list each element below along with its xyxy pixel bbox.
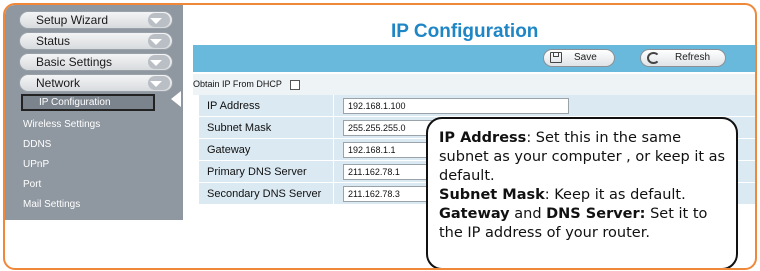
dhcp-row: Obtain IP From DHCP bbox=[193, 74, 755, 95]
sidebar-item-network[interactable]: Network bbox=[19, 74, 173, 92]
sidebar-subitem-port[interactable]: Port bbox=[23, 179, 41, 190]
sidebar-item-basic-settings[interactable]: Basic Settings bbox=[19, 53, 173, 71]
chevron-button bbox=[148, 34, 170, 48]
chevron-button bbox=[148, 13, 170, 27]
active-item-pointer bbox=[171, 91, 181, 107]
sidebar-subitem-ddns[interactable]: DDNS bbox=[23, 139, 51, 150]
form-row-ip-address: IP Address 192.168.1.100 bbox=[199, 95, 755, 117]
chevron-button bbox=[148, 76, 170, 90]
sidebar-subitem-upnp[interactable]: UPnP bbox=[23, 159, 49, 170]
refresh-label: Refresh bbox=[675, 52, 711, 63]
subnet-mask-input[interactable]: 255.255.255.0 bbox=[343, 120, 433, 136]
chevron-down-icon bbox=[150, 81, 162, 87]
field-label: Subnet Mask bbox=[207, 117, 334, 139]
secondary-dns-input[interactable]: 211.162.78.3 bbox=[343, 186, 433, 202]
sidebar: Setup Wizard Status Basic Settings Netwo… bbox=[5, 5, 183, 220]
refresh-icon bbox=[647, 52, 660, 64]
field-label: Secondary DNS Server bbox=[207, 183, 334, 205]
sidebar-subitem-ip-configuration[interactable]: IP Configuration bbox=[21, 94, 155, 111]
panel-frame: Setup Wizard Status Basic Settings Netwo… bbox=[3, 3, 757, 270]
sidebar-item-setup-wizard[interactable]: Setup Wizard bbox=[19, 11, 173, 29]
sidebar-item-status[interactable]: Status bbox=[19, 32, 173, 50]
toolbar: Save Refresh bbox=[193, 45, 755, 72]
sidebar-subitem-wireless-settings[interactable]: Wireless Settings bbox=[23, 119, 100, 130]
save-button[interactable]: Save bbox=[543, 49, 615, 67]
sidebar-item-label: Status bbox=[36, 34, 71, 48]
sidebar-item-label: Network bbox=[36, 76, 81, 90]
ip-address-input[interactable]: 192.168.1.100 bbox=[343, 98, 569, 114]
save-icon bbox=[550, 52, 562, 63]
chevron-down-icon bbox=[150, 18, 162, 24]
callout-dns-title: DNS Server: bbox=[546, 206, 646, 222]
field-label: Gateway bbox=[207, 139, 334, 161]
callout-mask-title: Subnet Mask bbox=[439, 187, 545, 203]
chevron-down-icon bbox=[150, 60, 162, 66]
callout-ip-title: IP Address bbox=[439, 130, 527, 146]
dhcp-label: Obtain IP From DHCP bbox=[193, 79, 282, 89]
gateway-input[interactable]: 192.168.1.1 bbox=[343, 142, 433, 158]
page-title: IP Configuration bbox=[391, 21, 539, 42]
sidebar-item-label: Basic Settings bbox=[36, 55, 113, 69]
chevron-down-icon bbox=[150, 39, 162, 45]
refresh-button[interactable]: Refresh bbox=[640, 49, 726, 67]
callout-gateway-title: Gateway bbox=[439, 206, 510, 222]
callout-and-text: and bbox=[509, 206, 547, 222]
callout-mask-text: : Keep it as default. bbox=[544, 187, 686, 203]
sidebar-item-label: Setup Wizard bbox=[36, 13, 109, 27]
save-label: Save bbox=[574, 52, 597, 63]
help-callout: IP Address: Set this in the same subnet … bbox=[426, 117, 738, 268]
dhcp-checkbox[interactable] bbox=[290, 80, 300, 90]
chevron-button bbox=[148, 55, 170, 69]
field-label: Primary DNS Server bbox=[207, 161, 334, 183]
sidebar-subitem-mail-settings[interactable]: Mail Settings bbox=[23, 199, 80, 210]
field-label: IP Address bbox=[207, 95, 334, 117]
primary-dns-input[interactable]: 211.162.78.1 bbox=[343, 164, 433, 180]
